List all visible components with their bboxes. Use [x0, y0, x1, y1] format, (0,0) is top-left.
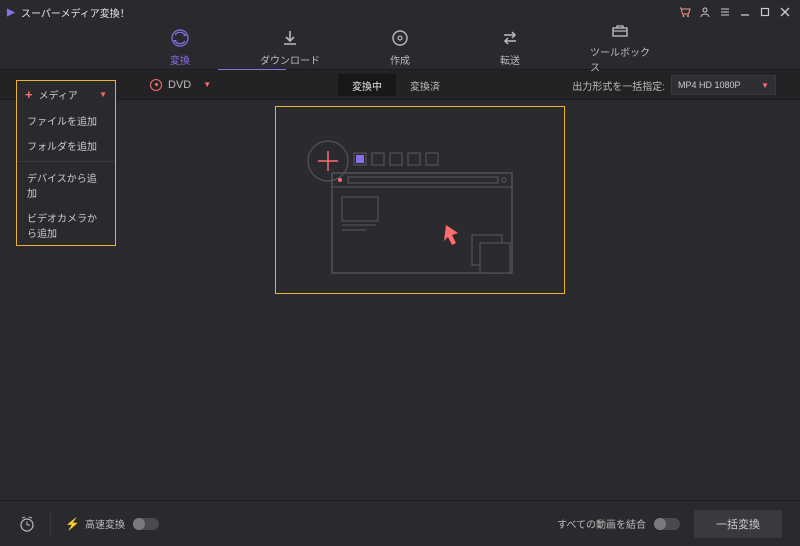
nav-label: ダウンロード — [260, 52, 320, 67]
menu-item-add-device[interactable]: デバイスから追加 — [17, 165, 115, 205]
footer-bar: ⚡ 高速変換 すべての動画を結合 一括変換 — [0, 500, 800, 546]
drop-illustration-icon — [276, 107, 566, 295]
download-icon — [279, 27, 301, 49]
output-format-row: 出力形式を一括指定: MP4 HD 1080P ▼ — [572, 71, 776, 99]
plus-icon: + — [25, 87, 33, 102]
dvd-button[interactable]: DVD ▼ — [140, 70, 221, 100]
maximize-icon[interactable] — [756, 3, 774, 21]
schedule-icon[interactable] — [18, 515, 36, 533]
output-format-select[interactable]: MP4 HD 1080P ▼ — [671, 75, 776, 95]
fast-convert-toggle[interactable] — [133, 518, 159, 530]
batch-convert-label: 一括変換 — [716, 516, 760, 532]
bolt-icon: ⚡ — [65, 517, 80, 531]
nav-download[interactable]: ダウンロード — [260, 27, 320, 67]
batch-convert-button[interactable]: 一括変換 — [694, 510, 782, 538]
nav-transfer[interactable]: 転送 — [480, 27, 540, 67]
user-icon[interactable] — [696, 3, 714, 21]
nav-label: ツールボックス — [590, 44, 650, 74]
drop-files-zone[interactable] — [275, 106, 565, 294]
menu-icon[interactable] — [716, 3, 734, 21]
nav-label: 作成 — [390, 52, 410, 67]
disc-icon — [389, 27, 411, 49]
nav-toolbox[interactable]: ツールボックス — [590, 19, 650, 74]
chevron-down-icon: ▼ — [99, 90, 107, 99]
dvd-icon — [150, 79, 162, 91]
convert-status-tabs: 変換中 変換済 — [338, 71, 454, 99]
add-media-menu: + メディア ▼ ファイルを追加 フォルダを追加 デバイスから追加 ビデオカメラ… — [16, 80, 116, 246]
merge-all-toggle[interactable] — [654, 518, 680, 530]
app-title: スーパーメディア変換！ — [21, 5, 130, 20]
app-logo-icon — [6, 7, 16, 17]
transfer-icon — [499, 27, 521, 49]
chevron-down-icon: ▼ — [203, 80, 211, 89]
add-media-label: メディア — [39, 87, 78, 102]
nav-label: 変換 — [170, 52, 190, 67]
toolbox-icon — [609, 19, 631, 41]
convert-icon — [169, 27, 191, 49]
nav-label: 転送 — [500, 52, 520, 67]
cart-icon[interactable] — [676, 3, 694, 21]
merge-all-label: すべての動画を結合 — [557, 516, 646, 531]
dvd-label: DVD — [168, 79, 191, 91]
output-format-label: 出力形式を一括指定: — [572, 78, 665, 93]
menu-item-add-file[interactable]: ファイルを追加 — [17, 108, 115, 133]
chevron-down-icon: ▼ — [761, 81, 769, 90]
minimize-icon[interactable] — [736, 3, 754, 21]
nav-create[interactable]: 作成 — [370, 27, 430, 67]
top-nav: 変換 ダウンロード 作成 転送 ツールボックス — [0, 24, 800, 70]
nav-convert[interactable]: 変換 — [150, 27, 210, 67]
menu-separator — [17, 161, 115, 162]
tab-converting[interactable]: 変換中 — [338, 74, 396, 96]
tab-converted[interactable]: 変換済 — [396, 74, 454, 96]
nav-underline — [218, 69, 286, 70]
menu-item-add-folder[interactable]: フォルダを追加 — [17, 133, 115, 158]
close-icon[interactable] — [776, 3, 794, 21]
fast-convert-label: 高速変換 — [85, 516, 125, 531]
title-bar: スーパーメディア変換！ — [0, 0, 800, 24]
output-format-value: MP4 HD 1080P — [678, 80, 741, 90]
menu-item-add-camera[interactable]: ビデオカメラから追加 — [17, 205, 115, 245]
add-media-button[interactable]: + メディア ▼ — [17, 81, 115, 108]
divider — [50, 513, 51, 535]
